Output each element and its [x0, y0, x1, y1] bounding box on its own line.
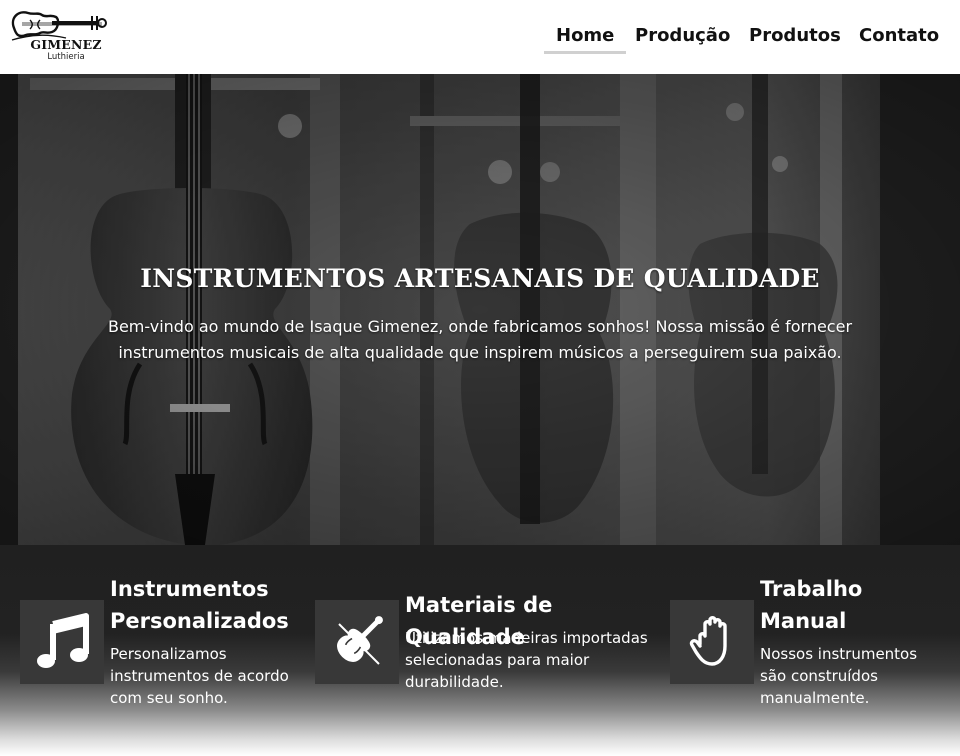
feature-text: Nossos instrumentos são construídos manu…: [760, 645, 918, 707]
feature-title: Instrumentos Personalizados: [110, 577, 289, 633]
nav-item-producao[interactable]: Produção: [635, 24, 730, 54]
violin-icon: [315, 600, 399, 684]
nav-item-produtos[interactable]: Produtos: [749, 24, 841, 54]
hero-title: INSTRUMENTOS ARTESANAIS DE QUALIDADE: [140, 264, 820, 293]
feature-text: Utilizamos madeiras importadas seleciona…: [405, 629, 648, 691]
nav-item-home[interactable]: Home: [544, 24, 627, 54]
nav-item-contato[interactable]: Contato: [859, 24, 939, 54]
site-header: GIMENEZ Luthieria Home Produção Produtos…: [0, 0, 960, 74]
brand-subtitle: Luthieria: [47, 52, 85, 62]
hero-description: Bem-vindo ao mundo de Isaque Gimenez, on…: [107, 317, 853, 362]
hero-banner: INSTRUMENTOS ARTESANAIS DE QUALIDADE Bem…: [0, 74, 960, 545]
features-section: Instrumentos Personalizados Personalizam…: [0, 545, 960, 756]
hand-icon: [670, 600, 754, 684]
music-note-icon: [20, 600, 104, 684]
hero-background-image: [0, 74, 960, 545]
site-logo[interactable]: GIMENEZ Luthieria: [8, 4, 112, 62]
feature-title: Trabalho Manual: [760, 577, 863, 633]
feature-text: Personalizamos instrumentos de acordo co…: [110, 645, 289, 707]
brand-name: GIMENEZ: [30, 37, 102, 52]
